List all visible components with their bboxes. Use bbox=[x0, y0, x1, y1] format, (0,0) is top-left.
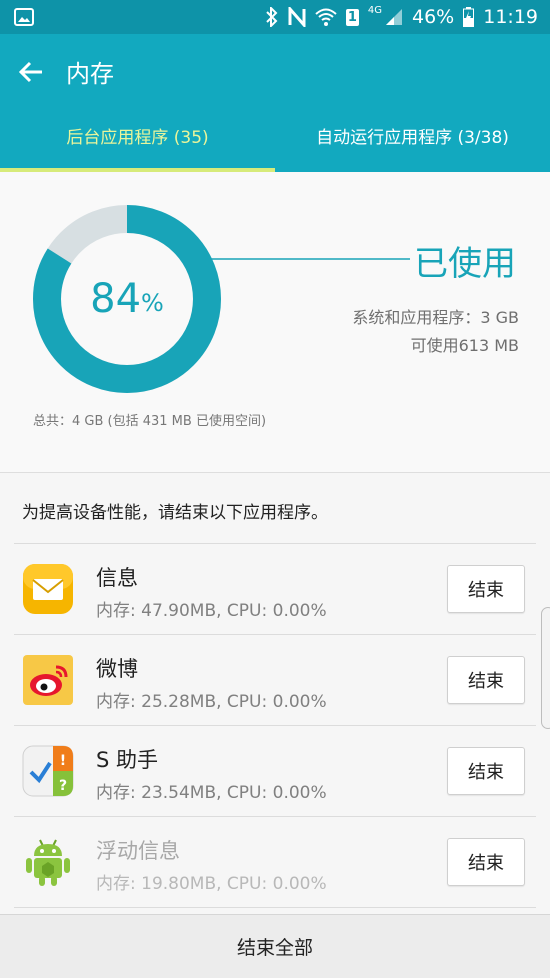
tab-background-apps[interactable]: 后台应用程序 (35) bbox=[0, 118, 275, 172]
leader-line bbox=[200, 256, 410, 262]
back-arrow-icon[interactable] bbox=[16, 56, 48, 88]
end-app-button[interactable]: 结束 bbox=[447, 838, 525, 886]
app-stats: 内存: 19.80MB, CPU: 0.00% bbox=[96, 874, 327, 894]
used-label: 已使用 bbox=[414, 244, 516, 284]
app-stats: 内存: 25.28MB, CPU: 0.00% bbox=[96, 692, 327, 712]
tab-autorun-apps[interactable]: 自动运行应用程序 (3/38) bbox=[275, 118, 550, 172]
edge-panel-handle[interactable] bbox=[541, 607, 550, 729]
s-assistant-icon: !? bbox=[22, 745, 74, 797]
usage-percent-sign: % bbox=[141, 289, 164, 317]
app-name: S 助手 bbox=[96, 748, 159, 772]
app-name: 微博 bbox=[96, 657, 138, 681]
sim-icon: 1 bbox=[345, 8, 359, 26]
nfc-icon bbox=[288, 7, 306, 27]
battery-percent: 46% bbox=[412, 6, 455, 28]
status-bar: 1 4G 46% 11:19 bbox=[0, 0, 550, 34]
app-name: 浮动信息 bbox=[96, 839, 180, 863]
end-app-button[interactable]: 结束 bbox=[447, 565, 525, 613]
svg-text:!: ! bbox=[60, 753, 66, 769]
page-title: 内存 bbox=[66, 60, 114, 88]
list-item: 信息 内存: 47.90MB, CPU: 0.00% 结束 bbox=[14, 544, 536, 635]
system-apps-usage: 系统和应用程序：3 GB bbox=[352, 308, 519, 327]
list-item: 浮动信息 内存: 19.80MB, CPU: 0.00% 结束 bbox=[14, 817, 536, 908]
memory-usage-panel: 84% 已使用 系统和应用程序：3 GB 可使用613 MB 总共：4 GB (… bbox=[0, 172, 550, 473]
signal-icon bbox=[385, 8, 403, 26]
list-item: 微博 内存: 25.28MB, CPU: 0.00% 结束 bbox=[14, 635, 536, 726]
hint-text: 为提高设备性能，请结束以下应用程序。 bbox=[22, 503, 328, 523]
message-icon bbox=[22, 563, 74, 615]
clock: 11:19 bbox=[483, 6, 538, 28]
battery-charging-icon bbox=[463, 7, 475, 27]
app-name: 信息 bbox=[96, 566, 138, 590]
wifi-icon bbox=[315, 7, 337, 27]
usage-percent: 84% bbox=[32, 204, 222, 394]
weibo-icon bbox=[22, 654, 74, 706]
app-stats: 内存: 47.90MB, CPU: 0.00% bbox=[96, 601, 327, 621]
usage-percent-value: 84 bbox=[90, 276, 142, 322]
end-app-button[interactable]: 结束 bbox=[447, 656, 525, 704]
available-memory: 可使用613 MB bbox=[410, 336, 519, 355]
network-type: 4G bbox=[367, 4, 382, 16]
list-item: !? S 助手 内存: 23.54MB, CPU: 0.00% 结束 bbox=[14, 726, 536, 817]
end-app-button[interactable]: 结束 bbox=[447, 747, 525, 795]
android-icon bbox=[22, 836, 74, 888]
end-all-button[interactable]: 结束全部 bbox=[0, 914, 550, 978]
bluetooth-icon bbox=[265, 7, 279, 27]
svg-text:?: ? bbox=[59, 778, 67, 794]
app-stats: 内存: 23.54MB, CPU: 0.00% bbox=[96, 783, 327, 803]
app-list: 信息 内存: 47.90MB, CPU: 0.00% 结束 微博 内存: 25.… bbox=[14, 543, 536, 908]
total-memory: 总共：4 GB (包括 431 MB 已使用空间) bbox=[33, 414, 267, 429]
app-bar: 内存 后台应用程序 (35) 自动运行应用程序 (3/38) bbox=[0, 34, 550, 172]
image-icon bbox=[14, 8, 34, 26]
